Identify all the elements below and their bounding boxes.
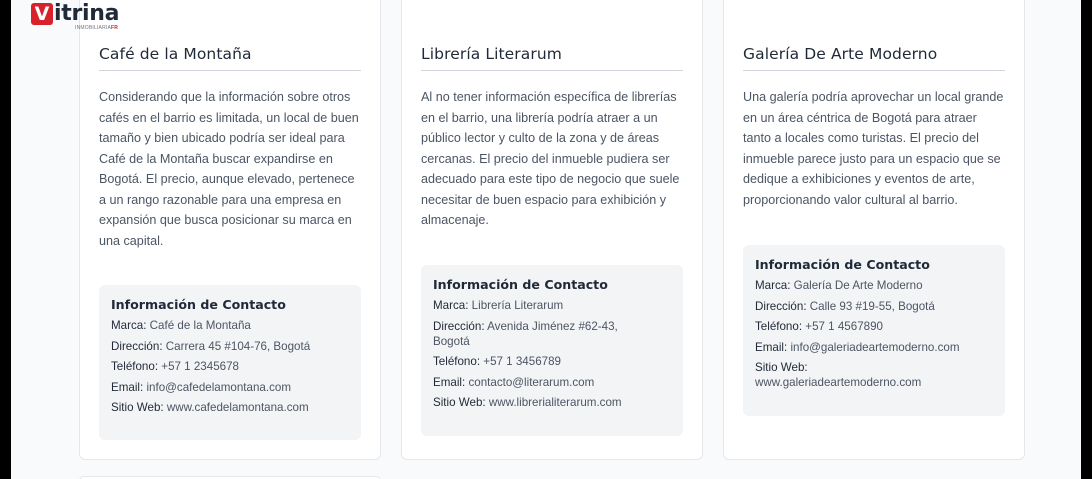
- website-label: Sitio Web:: [755, 361, 808, 374]
- contact-heading: Información de Contacto: [433, 277, 608, 292]
- website-value[interactable]: www.librerialiterarum.com: [489, 396, 622, 409]
- contact-email: Email: info@cafedelamontana.com: [111, 380, 349, 395]
- address-label: Dirección:: [111, 339, 163, 353]
- email-value[interactable]: contacto@literarum.com: [468, 376, 594, 389]
- logo-wordmark: Vitrina: [31, 3, 119, 25]
- email-label: Email:: [111, 380, 144, 394]
- vitrina-logo[interactable]: Vitrina INMOBILIARIAFR: [31, 3, 119, 31]
- card-description: Considerando que la información sobre ot…: [99, 90, 359, 248]
- contact-address: Dirección: Calle 93 #19-55, Bogotá: [755, 299, 993, 314]
- contact-phone: Teléfono: +57 1 2345678: [111, 359, 349, 374]
- address-label: Dirección:: [755, 299, 807, 313]
- contact-heading: Información de Contacto: [755, 257, 930, 272]
- phone-value: +57 1 3456789: [483, 355, 561, 368]
- brand-value: Librería Literarum: [471, 299, 564, 312]
- card-description: Una galería podría aprovechar un local g…: [743, 90, 1004, 207]
- logo-mark: V: [31, 3, 53, 25]
- contact-website: Sitio Web: www.cafedelamontana.com: [111, 400, 349, 415]
- website-value[interactable]: www.cafedelamontana.com: [167, 401, 309, 414]
- business-card-cafe: Café de la Montaña Considerando que la i…: [79, 0, 381, 460]
- contact-email: Email: contacto@literarum.com: [433, 375, 671, 390]
- contact-address: Dirección: Carrera 45 #104-76, Bogotá: [111, 339, 349, 354]
- business-card-galeria: Galería De Arte Moderno Una galería podr…: [723, 0, 1025, 460]
- business-card-libreria: Librería Literarum Al no tener informaci…: [401, 0, 703, 460]
- brand-value: Café de la Montaña: [149, 319, 251, 332]
- contact-address: Dirección: Avenida Jiménez #62-43, Bogot…: [433, 319, 653, 349]
- card-title: Galería De Arte Moderno: [743, 45, 1005, 71]
- contact-brand: Marca: Galería De Arte Moderno: [755, 278, 993, 293]
- contact-email: Email: info@galeriadeartemoderno.com: [755, 340, 993, 355]
- logo-subtitle-a: INMOBILIARIA: [75, 25, 112, 31]
- email-label: Email:: [755, 340, 788, 354]
- contact-brand: Marca: Librería Literarum: [433, 298, 671, 313]
- phone-label: Teléfono:: [111, 360, 159, 373]
- logo-subtitle: INMOBILIARIAFR: [75, 26, 119, 31]
- brand-label: Marca:: [755, 279, 791, 292]
- website-label: Sitio Web:: [433, 396, 486, 409]
- address-value: Calle 93 #19-55, Bogotá: [809, 299, 935, 313]
- logo-subtitle-b: FR: [111, 25, 119, 31]
- contact-brand: Marca: Café de la Montaña: [111, 318, 349, 333]
- contact-box: Información de Contacto Marca: Café de l…: [99, 285, 361, 440]
- phone-label: Teléfono:: [755, 320, 803, 333]
- contact-phone: Teléfono: +57 1 4567890: [755, 319, 993, 334]
- website-value[interactable]: www.galeriadeartemoderno.com: [755, 376, 921, 389]
- contact-website: Sitio Web: www.librerialiterarum.com: [433, 395, 671, 410]
- email-value[interactable]: info@cafedelamontana.com: [146, 381, 291, 394]
- phone-value: +57 1 4567890: [805, 320, 883, 333]
- contact-phone: Teléfono: +57 1 3456789: [433, 354, 671, 369]
- logo-text: itrina: [54, 1, 120, 26]
- contact-box: Información de Contacto Marca: Galería D…: [743, 245, 1005, 416]
- page-frame: Café de la Montaña Considerando que la i…: [11, 0, 1081, 479]
- phone-label: Teléfono:: [433, 355, 481, 368]
- address-label: Dirección:: [433, 319, 485, 333]
- card-title: Librería Literarum: [421, 45, 683, 71]
- brand-label: Marca:: [433, 299, 469, 312]
- phone-value: +57 1 2345678: [161, 360, 239, 373]
- contact-heading: Información de Contacto: [111, 297, 286, 312]
- website-label: Sitio Web:: [111, 401, 164, 414]
- brand-label: Marca:: [111, 319, 147, 332]
- contact-website: Sitio Web: www.galeriadeartemoderno.com: [755, 360, 995, 390]
- card-description: Al no tener información específica de li…: [421, 90, 680, 227]
- card-title: Café de la Montaña: [99, 45, 361, 71]
- brand-value: Galería De Arte Moderno: [793, 279, 923, 292]
- address-value: Carrera 45 #104-76, Bogotá: [165, 339, 311, 353]
- email-label: Email:: [433, 375, 466, 389]
- contact-box: Información de Contacto Marca: Librería …: [421, 265, 683, 436]
- email-value[interactable]: info@galeriadeartemoderno.com: [790, 341, 959, 354]
